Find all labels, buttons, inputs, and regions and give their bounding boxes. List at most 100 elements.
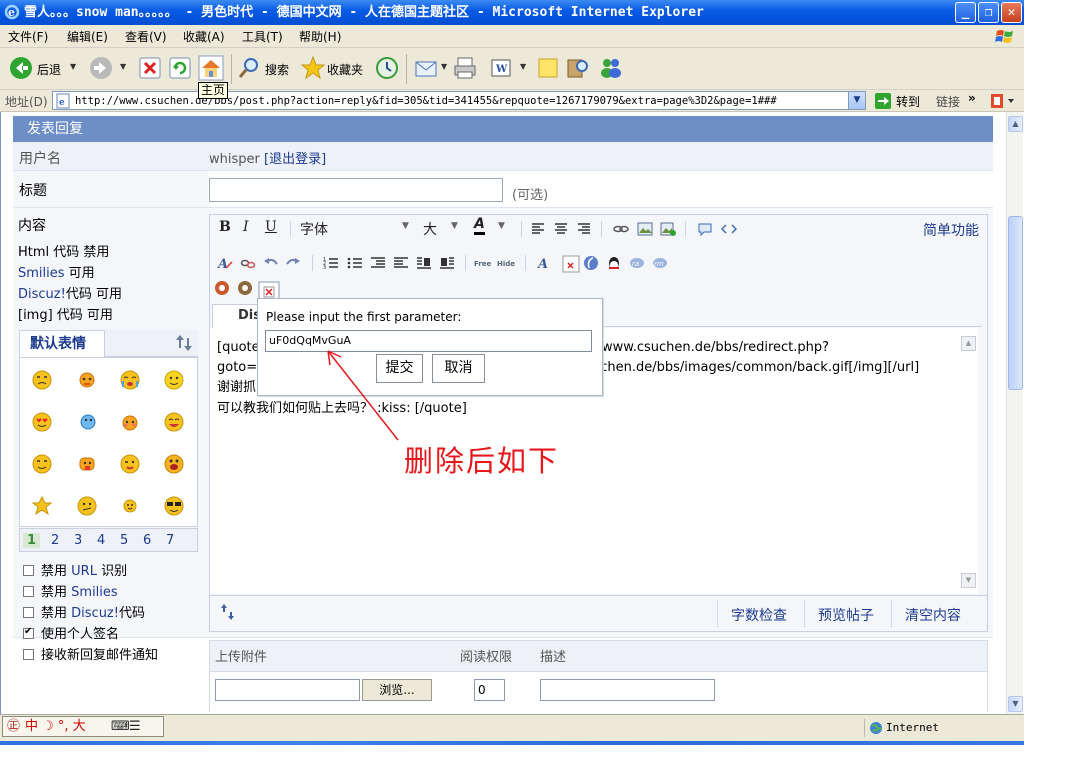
float-left-icon[interactable] bbox=[416, 255, 432, 271]
word-edit-icon[interactable]: W bbox=[488, 55, 514, 81]
smiley-laugh-icon[interactable] bbox=[163, 411, 185, 433]
font-style-icon[interactable]: A bbox=[536, 255, 552, 271]
option-use-signature[interactable]: 使用个人签名 bbox=[23, 623, 119, 642]
scroll-down-icon[interactable]: ▼ bbox=[1008, 696, 1023, 712]
ime-logo-icon[interactable]: ㊣ bbox=[7, 717, 20, 736]
smiley-tears-icon[interactable] bbox=[119, 369, 141, 391]
font-select[interactable]: 字体 bbox=[300, 219, 328, 239]
scroll-thumb[interactable] bbox=[1008, 216, 1023, 390]
redo-icon[interactable] bbox=[285, 255, 301, 271]
smilies-page-6[interactable]: 6 bbox=[143, 533, 151, 548]
align-left-icon[interactable] bbox=[530, 221, 546, 237]
links-more-icon[interactable]: » bbox=[968, 91, 976, 105]
description-input[interactable] bbox=[540, 679, 715, 701]
read-permission-input[interactable]: 0 bbox=[474, 679, 505, 701]
discuz-code-link[interactable]: Discuz! bbox=[18, 287, 66, 302]
smiley-crying-icon[interactable] bbox=[31, 369, 53, 391]
option-email-notify[interactable]: 接收新回复邮件通知 bbox=[23, 644, 158, 663]
align-right-icon[interactable] bbox=[576, 221, 592, 237]
menu-favorites[interactable]: 收藏(A) bbox=[183, 28, 225, 45]
close-button[interactable]: ✕ bbox=[1001, 2, 1022, 23]
audio-player-icon[interactable] bbox=[237, 280, 253, 296]
smiley-cool-icon[interactable] bbox=[163, 495, 185, 517]
outdent-icon[interactable] bbox=[370, 255, 386, 271]
window-titlebar[interactable]: e 雪人。。。snow man。。。。。 - 男色时代 - 德国中文网 - 人在… bbox=[0, 0, 1024, 25]
logout-link[interactable]: [退出登录] bbox=[264, 152, 326, 167]
smiley-angry-icon[interactable] bbox=[76, 369, 98, 391]
align-center-icon[interactable] bbox=[553, 221, 569, 237]
checkbox-checked[interactable] bbox=[23, 626, 34, 639]
home-icon[interactable] bbox=[198, 55, 224, 81]
italic-button[interactable]: I bbox=[243, 219, 249, 235]
notes-icon[interactable] bbox=[535, 55, 561, 81]
quote-icon[interactable] bbox=[697, 221, 713, 237]
textarea-scroll-down-icon[interactable]: ▼ bbox=[961, 573, 976, 588]
smilies-page-3[interactable]: 3 bbox=[74, 533, 82, 548]
history-icon[interactable] bbox=[374, 55, 400, 81]
ime-tools-icon[interactable]: ☰ bbox=[129, 717, 141, 736]
ime-toolbar[interactable]: ㊣ 中 ☽ °, 大 ⌨ ☰ bbox=[2, 716, 164, 737]
links-label[interactable]: 链接 bbox=[936, 93, 960, 110]
resize-editor-icon[interactable] bbox=[219, 602, 237, 622]
menu-file[interactable]: 文件(F) bbox=[8, 28, 48, 45]
smilies-link[interactable]: Smilies bbox=[18, 266, 65, 281]
smiley-sparkle-icon[interactable] bbox=[31, 495, 53, 517]
flash-icon[interactable] bbox=[583, 255, 599, 271]
smiley-tongue-icon[interactable] bbox=[76, 453, 98, 475]
smilies-page-1[interactable]: 1 bbox=[23, 533, 41, 548]
menu-tools[interactable]: 工具(T) bbox=[242, 28, 283, 45]
float-right-icon[interactable] bbox=[439, 255, 455, 271]
checkbox[interactable] bbox=[23, 565, 34, 576]
checkbox[interactable] bbox=[23, 586, 34, 597]
smilies-page-2[interactable]: 2 bbox=[51, 533, 59, 548]
free-tag-icon[interactable]: Free bbox=[474, 255, 494, 271]
real-media-icon[interactable]: ra bbox=[629, 255, 645, 271]
print-icon[interactable] bbox=[452, 55, 478, 81]
code-icon[interactable] bbox=[721, 221, 737, 237]
back-dropdown-icon[interactable]: ▼ bbox=[70, 62, 76, 71]
smiley-love-icon[interactable] bbox=[31, 411, 53, 433]
title-input[interactable] bbox=[209, 178, 503, 202]
qq-icon[interactable] bbox=[606, 255, 622, 271]
search-label[interactable]: 搜索 bbox=[265, 61, 289, 78]
unordered-list-icon[interactable] bbox=[347, 255, 363, 271]
ordered-list-icon[interactable]: 123 bbox=[323, 255, 339, 271]
smiley-wink-icon[interactable] bbox=[119, 453, 141, 475]
hide-tag-icon[interactable]: Hide bbox=[497, 255, 517, 271]
messenger-icon[interactable] bbox=[598, 55, 624, 81]
go-button[interactable]: 转到 bbox=[896, 93, 920, 110]
text-color-button[interactable]: A bbox=[474, 217, 485, 235]
font-dropdown-icon[interactable]: ▼ bbox=[402, 221, 409, 231]
smiley-smile-icon[interactable] bbox=[163, 369, 185, 391]
insert-media-icon[interactable] bbox=[660, 221, 676, 237]
bold-button[interactable]: B bbox=[219, 219, 231, 235]
undo-icon[interactable] bbox=[263, 255, 279, 271]
address-input[interactable]: e http://www.csuchen.de/bbs/post.php?act… bbox=[52, 91, 866, 110]
menu-view[interactable]: 查看(V) bbox=[125, 28, 167, 45]
size-select[interactable]: 大 bbox=[423, 219, 437, 239]
mail-dropdown-icon[interactable]: ▼ bbox=[441, 62, 447, 71]
edit-dropdown-icon[interactable]: ▼ bbox=[520, 62, 526, 71]
scroll-up-icon[interactable]: ▲ bbox=[1008, 116, 1023, 132]
smilies-expand-icon[interactable] bbox=[176, 333, 194, 353]
smiley-shock-icon[interactable] bbox=[163, 453, 185, 475]
checkbox[interactable] bbox=[23, 607, 34, 618]
prompt-parameter-input[interactable]: uF0dQqMvGuA bbox=[265, 330, 592, 352]
page-scrollbar[interactable]: ▲ ▼ bbox=[1006, 112, 1023, 714]
ime-status-text[interactable]: 中 ☽ °, 大 bbox=[25, 717, 86, 736]
underline-button[interactable]: U bbox=[265, 219, 277, 235]
smilies-page-5[interactable]: 5 bbox=[120, 533, 128, 548]
preview-post-button[interactable]: 预览帖子 bbox=[818, 605, 874, 625]
smiley-small-icon[interactable] bbox=[119, 495, 141, 517]
browse-button[interactable]: 浏览... bbox=[362, 679, 432, 701]
go-arrow-icon[interactable] bbox=[874, 92, 892, 110]
indent-icon[interactable] bbox=[393, 255, 409, 271]
smilies-page-7[interactable]: 7 bbox=[166, 533, 174, 548]
research-icon[interactable] bbox=[565, 55, 591, 81]
forward-dropdown-icon[interactable]: ▼ bbox=[120, 62, 126, 71]
forward-arrow-icon[interactable] bbox=[88, 55, 114, 81]
real-media-rm-icon[interactable]: rm bbox=[652, 255, 668, 271]
color-dropdown-icon[interactable]: ▼ bbox=[498, 221, 505, 231]
textarea-scrollbar[interactable]: ▲ ▼ bbox=[960, 336, 977, 590]
back-label[interactable]: 后退 bbox=[37, 61, 61, 78]
